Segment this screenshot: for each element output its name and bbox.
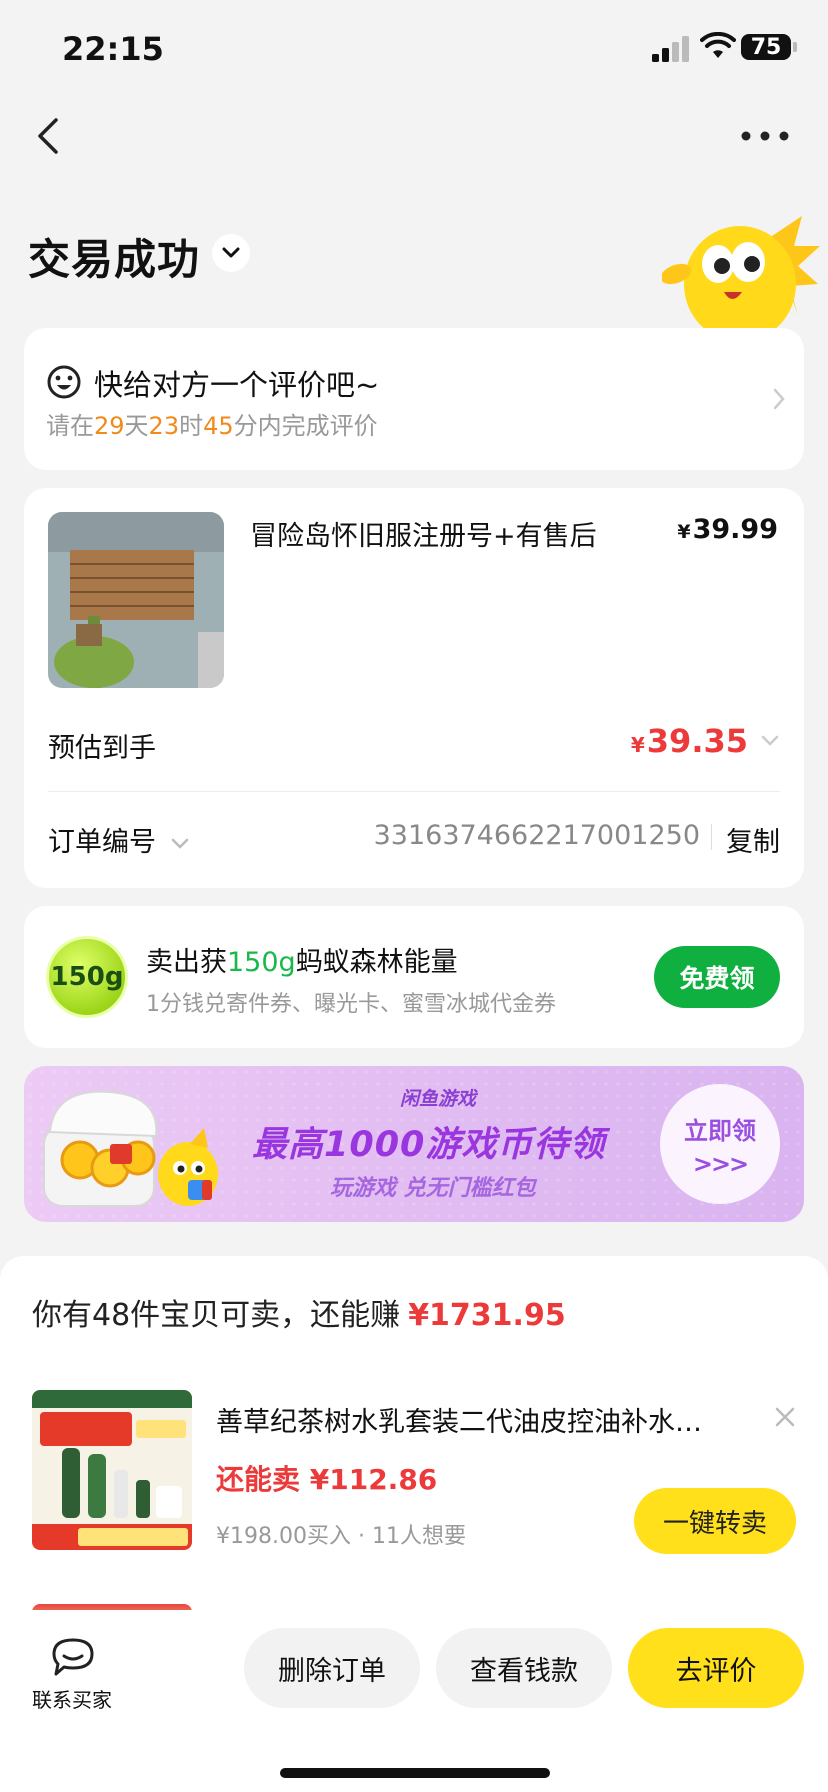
evaluation-prompt-card[interactable]: 快给对方一个评价吧~ 请在29天23时45分内完成评价 <box>24 328 804 470</box>
triple-chevron-icon: >>> <box>692 1149 749 1178</box>
product-name[interactable]: 冒险岛怀旧服注册号+有售后 <box>250 514 597 553</box>
resale-item-meta: ¥198.00买入 · 11人想要 <box>216 1524 466 1549</box>
order-number-label[interactable]: 订单编号 <box>48 820 189 859</box>
order-card: 冒险岛怀旧服注册号+有售后 ¥39.99 预估到手 ¥39.35 订单编号 33… <box>24 488 804 888</box>
product-thumbnail[interactable] <box>48 512 224 688</box>
smile-face-icon <box>47 365 81 399</box>
banner-subline: 玩游戏 兑无门槛红包 <box>330 1176 536 1201</box>
resale-section: 你有48件宝贝可卖，还能赚 ¥1731.95 善草纪茶树水乳套装二代油皮控油补水…… <box>0 1256 828 1636</box>
wifi-icon <box>700 32 736 58</box>
cellular-signal-icon <box>652 36 689 62</box>
ant-forest-energy-card: 150g 卖出获150g蚂蚁森林能量 1分钱兑寄件券、曝光卡、蜜雪冰城代金券 免… <box>24 906 804 1048</box>
claim-free-button[interactable]: 免费领 <box>654 946 780 1008</box>
banner-brand: 闲鱼游戏 <box>400 1088 477 1110</box>
home-indicator <box>280 1768 550 1778</box>
write-review-button[interactable]: 去评价 <box>628 1628 804 1708</box>
evaluation-deadline: 请在29天23时45分内完成评价 <box>46 412 378 440</box>
estimated-income-label: 预估到手 <box>48 733 156 764</box>
chevron-down-icon[interactable] <box>760 734 780 748</box>
page-title: 交易成功 <box>28 235 201 284</box>
one-click-resell-button[interactable]: 一键转卖 <box>634 1488 796 1554</box>
close-icon[interactable] <box>774 1406 796 1428</box>
more-icon[interactable] <box>740 130 790 142</box>
chevron-down-icon <box>171 838 188 849</box>
claim-now-button[interactable]: 立即领 >>> <box>660 1084 780 1204</box>
contact-buyer-label[interactable]: 联系买家 <box>32 1684 112 1713</box>
resale-item-name[interactable]: 善草纪茶树水乳套装二代油皮控油补水… <box>216 1400 702 1439</box>
back-icon[interactable] <box>34 116 64 156</box>
energy-subtitle: 1分钱兑寄件券、曝光卡、蜜雪冰城代金券 <box>146 992 556 1017</box>
order-number-value: 3316374662217001250 <box>373 820 700 851</box>
view-payment-button[interactable]: 查看钱款 <box>436 1628 612 1708</box>
chat-bubble-icon[interactable] <box>50 1636 96 1678</box>
treasure-chest-mascot-icon <box>43 1090 218 1207</box>
status-time: 22:15 <box>62 30 164 68</box>
bottom-action-bar: 联系买家 删除订单 查看钱款 去评价 <box>0 1610 828 1792</box>
divider <box>48 791 780 792</box>
resale-item-price: 还能卖 ¥112.86 <box>216 1463 438 1496</box>
divider <box>711 824 712 850</box>
battery-indicator: 75 <box>741 34 797 60</box>
energy-ball-icon: 150g <box>46 936 128 1018</box>
resale-item-thumbnail[interactable] <box>32 1390 192 1550</box>
chevron-down-icon <box>222 247 240 258</box>
resale-title: 你有48件宝贝可卖，还能赚 ¥1731.95 <box>32 1298 566 1333</box>
banner-headline: 最高1000游戏币待领 <box>252 1125 606 1165</box>
product-price: ¥39.99 <box>677 514 778 545</box>
energy-title: 卖出获150g蚂蚁森林能量 <box>146 947 458 978</box>
game-coin-banner[interactable]: 闲鱼游戏 最高1000游戏币待领 玩游戏 兑无门槛红包 立即领 >>> <box>24 1066 804 1222</box>
copy-button[interactable]: 复制 <box>726 820 780 859</box>
mascot-fish-icon <box>662 216 820 332</box>
delete-order-button[interactable]: 删除订单 <box>244 1628 420 1708</box>
estimated-income-value[interactable]: ¥39.35 <box>631 722 748 760</box>
chevron-right-icon <box>773 388 785 410</box>
evaluation-title: 快给对方一个评价吧~ <box>94 368 380 402</box>
status-expand-button[interactable] <box>212 234 250 272</box>
